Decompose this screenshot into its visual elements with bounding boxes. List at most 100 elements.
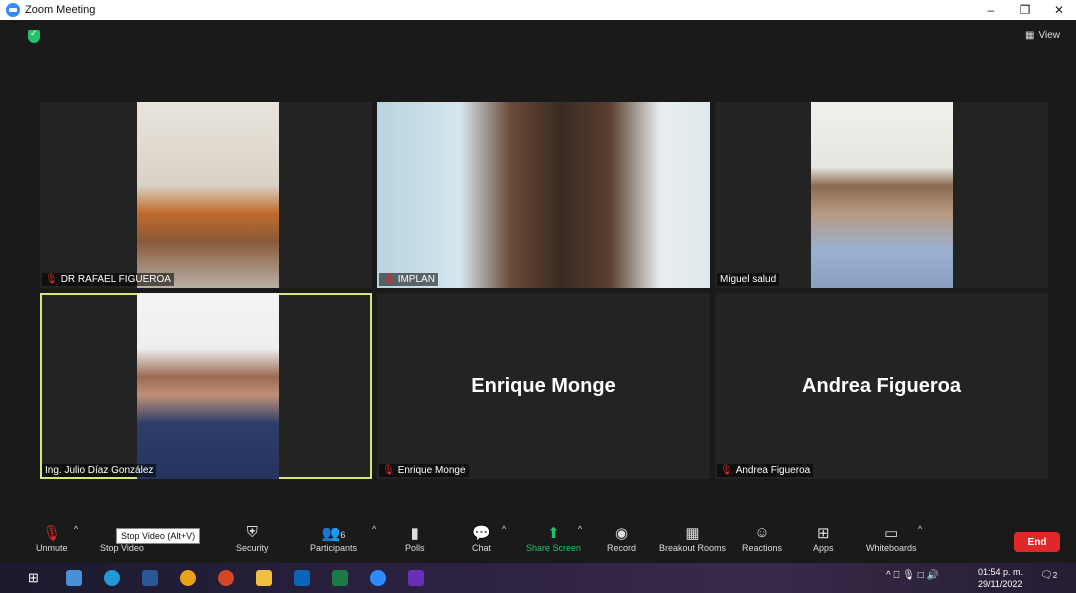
video-tile-rafael[interactable]: 🎙 DR RAFAEL FIGUEROA (40, 102, 372, 288)
stop-video-tooltip: Stop Video (Alt+V) (116, 528, 201, 544)
participant-video (811, 102, 953, 288)
participants-label: Participants (310, 543, 358, 553)
participant-name: Andrea Figueroa (735, 465, 811, 476)
excel-icon[interactable] (332, 570, 348, 586)
unmute-button[interactable]: 🎙 Unmute (36, 524, 68, 553)
unmute-label: Unmute (36, 543, 68, 553)
clock-date: 29/11/2022 (978, 579, 1023, 589)
system-tray[interactable]: ^ ⎕ 🎙 □ 🔊 (886, 570, 939, 581)
participant-name: Miguel salud (720, 274, 777, 285)
title-bar: Zoom Meeting – ❐ ✕ (0, 0, 1076, 20)
share-caret-icon[interactable]: ^ (578, 524, 582, 534)
participant-name-tag: 🎙 Enrique Monge (379, 464, 469, 477)
video-tile-enrique[interactable]: Enrique Monge 🎙 Enrique Monge (377, 293, 710, 479)
record-button[interactable]: ◉ Record (607, 524, 636, 553)
participant-count: 6 (340, 530, 346, 540)
chat-label: Chat (472, 543, 492, 553)
clock[interactable]: 01:54 p. m. 29/11/2022 (978, 566, 1023, 590)
share-screen-label: Share Screen (526, 543, 582, 553)
whiteboard-icon: ▭ (884, 525, 899, 542)
participants-caret-icon[interactable]: ^ (372, 524, 376, 534)
bar-chart-icon: ▮ (410, 525, 419, 542)
participant-name: Ing. Julio Díaz González (45, 465, 154, 476)
video-tile-julio[interactable]: Ing. Julio Díaz González (40, 293, 372, 479)
participant-name-tag: Ing. Julio Díaz González (42, 464, 157, 477)
participant-name: DR RAFAEL FIGUEROA (60, 274, 171, 285)
participant-name-tag: Miguel salud (717, 273, 780, 286)
chat-button[interactable]: 💬 Chat (472, 524, 491, 553)
participant-video (377, 102, 710, 288)
participant-name: Enrique Monge (397, 465, 466, 476)
stop-video-label: Stop Video (100, 543, 144, 553)
outlook-icon[interactable] (294, 570, 310, 586)
breakout-rooms-label: Breakout Rooms (659, 543, 727, 553)
apps-button[interactable]: ⊞ Apps (813, 524, 834, 553)
chat-bubble-icon: 💬 (472, 525, 491, 542)
gestor-app-icon[interactable] (408, 570, 424, 586)
muted-mic-icon: 🎙 (382, 465, 395, 476)
zoom-app-icon (6, 3, 20, 17)
view-button[interactable]: ▦ View (1025, 30, 1060, 41)
minimize-button[interactable]: – (974, 0, 1008, 20)
apps-label: Apps (813, 543, 834, 553)
meeting-toolbar: 🎙 Unmute ^ ■ Stop Video Stop Video (Alt+… (0, 520, 1076, 563)
chat-caret-icon[interactable]: ^ (502, 524, 506, 534)
whiteboards-caret-icon[interactable]: ^ (918, 524, 922, 534)
muted-mic-icon: 🎙 (382, 274, 395, 285)
news-widget-icon[interactable] (66, 570, 82, 586)
word-icon[interactable] (142, 570, 158, 586)
participant-video (137, 293, 279, 479)
smiley-icon: ☺ (754, 524, 770, 541)
encryption-shield-icon[interactable] (28, 28, 40, 43)
polls-label: Polls (405, 543, 425, 553)
window-title: Zoom Meeting (25, 4, 96, 16)
participant-name-tag: 🎙 Andrea Figueroa (717, 464, 814, 477)
windows-taskbar: ⊞ ^ ⎕ 🎙 □ 🔊 01:54 p. m. 29/11/2022 🗨2 (0, 563, 1076, 593)
zoom-taskbar-icon[interactable] (370, 570, 386, 586)
video-tile-miguel[interactable]: Miguel salud (715, 102, 1048, 288)
share-screen-button[interactable]: ⬆ Share Screen (526, 524, 581, 553)
restore-button[interactable]: ❐ (1008, 0, 1042, 20)
muted-microphone-icon: 🎙 (42, 525, 62, 542)
whiteboards-label: Whiteboards (866, 543, 917, 553)
people-icon: 👥6 (321, 525, 346, 542)
end-meeting-button[interactable]: End (1014, 532, 1060, 552)
breakout-rooms-button[interactable]: ▦ Breakout Rooms (659, 524, 726, 553)
view-label: View (1038, 30, 1061, 41)
shield-icon: ⛨ (246, 524, 258, 541)
notifications-icon[interactable]: 🗨2 (1040, 570, 1057, 581)
muted-mic-icon: 🎙 (45, 274, 58, 285)
video-tile-implan[interactable]: 🎙 IMPLAN (377, 102, 710, 288)
participant-name-tag: 🎙 IMPLAN (379, 273, 438, 286)
participant-name: IMPLAN (397, 274, 435, 285)
whiteboards-button[interactable]: ▭ Whiteboards (866, 524, 917, 553)
powerpoint-icon[interactable] (218, 570, 234, 586)
security-button[interactable]: ⛨ Security (236, 524, 269, 553)
share-arrow-icon: ⬆ (547, 525, 560, 542)
video-tile-andrea[interactable]: Andrea Figueroa 🎙 Andrea Figueroa (715, 293, 1048, 479)
clock-time: 01:54 p. m. (978, 567, 1024, 577)
record-label: Record (607, 543, 637, 553)
participant-display-name: Andrea Figueroa (802, 374, 961, 397)
participants-button[interactable]: 👥6 Participants (310, 524, 357, 553)
reactions-button[interactable]: ☺ Reactions (742, 524, 782, 553)
apps-icon: ⊞ (816, 525, 830, 542)
grid-icon: ▦ (685, 525, 700, 542)
chrome-icon[interactable] (180, 570, 196, 586)
file-explorer-icon[interactable] (256, 570, 272, 586)
participant-display-name: Enrique Monge (471, 374, 616, 397)
polls-button[interactable]: ▮ Polls (405, 524, 425, 553)
windows-start-icon[interactable]: ⊞ (28, 570, 44, 586)
record-icon: ◉ (614, 525, 629, 542)
edge-browser-icon[interactable] (104, 570, 120, 586)
meeting-area: ▦ View 🎙 DR RAFAEL FIGUEROA 🎙 IMPLAN Mig… (18, 20, 1076, 520)
muted-mic-icon: 🎙 (720, 465, 733, 476)
participant-name-tag: 🎙 DR RAFAEL FIGUEROA (42, 273, 174, 286)
participant-video (137, 102, 279, 288)
close-button[interactable]: ✕ (1042, 0, 1076, 20)
audio-options-caret-icon[interactable]: ^ (74, 524, 78, 534)
window-controls: – ❐ ✕ (974, 0, 1076, 20)
grid-icon: ▦ (1025, 30, 1035, 41)
security-label: Security (236, 543, 269, 553)
notification-count: 2 (1052, 571, 1058, 580)
